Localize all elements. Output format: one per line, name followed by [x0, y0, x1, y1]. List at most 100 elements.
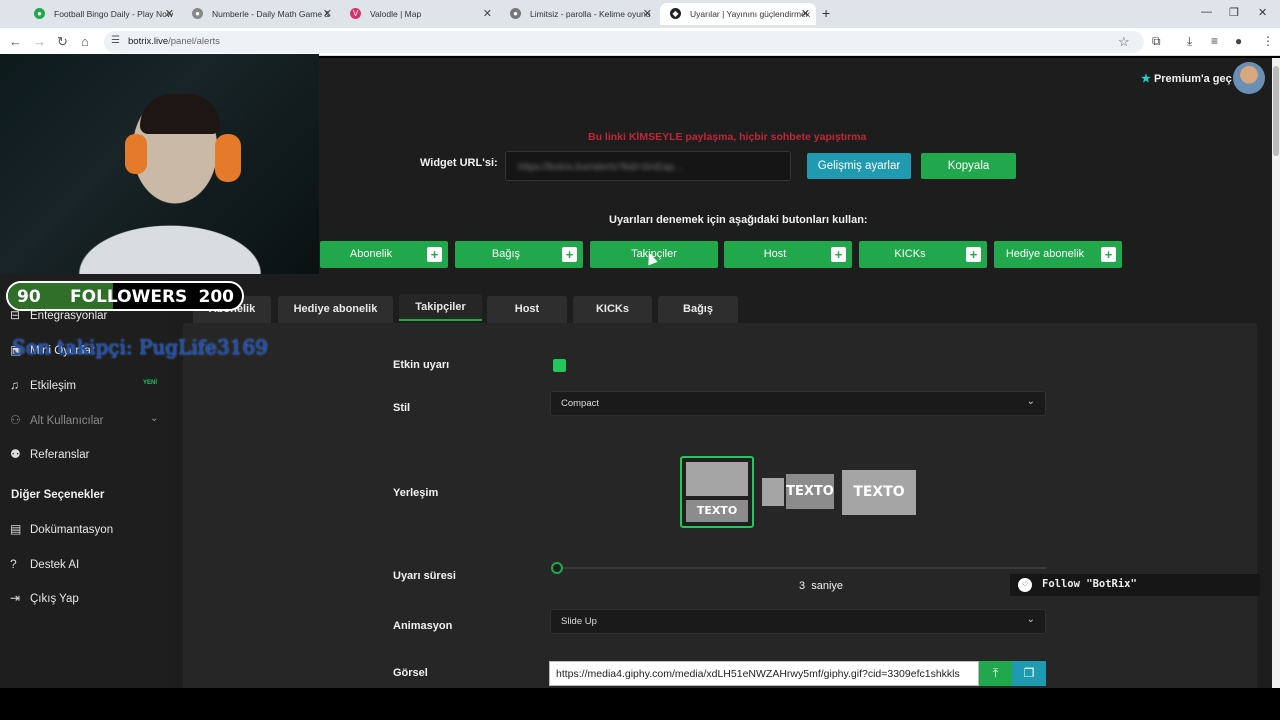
- download-icon[interactable]: ⤓: [1187, 34, 1192, 49]
- new-tab-icon[interactable]: +: [822, 5, 830, 21]
- close-icon[interactable]: ✕: [323, 3, 332, 25]
- browser-tab[interactable]: V Valodle | Map ✕: [340, 3, 498, 25]
- extensions-icon[interactable]: ⧉: [1152, 34, 1161, 49]
- url-host: botrix.live: [128, 36, 169, 47]
- sidebar-item-docs[interactable]: ▤ Dokümantasyon: [10, 522, 113, 540]
- sidebar-item-label: Etkileşim: [30, 380, 77, 392]
- url-field[interactable]: ☰ botrix.live/panel/alerts ☆: [104, 31, 1144, 53]
- sidebar-item-label: Entegrasyonlar: [30, 310, 108, 322]
- webcam-person: [140, 94, 220, 134]
- browser-tab[interactable]: ● Numberle - Daily Math Game & ✕: [182, 3, 338, 25]
- back-icon[interactable]: ←: [9, 34, 22, 49]
- sidebar-item-subusers[interactable]: ⚇ Alt Kullanıcılar: [10, 413, 104, 431]
- minimize-icon[interactable]: —: [1201, 6, 1212, 18]
- close-icon[interactable]: ✕: [483, 3, 492, 25]
- headset: [215, 134, 241, 182]
- profile-icon[interactable]: ●: [1235, 34, 1242, 48]
- test-button-label: Bağış: [491, 248, 521, 260]
- last-follower-text: Son takipçi: PugLife3169: [12, 335, 268, 359]
- test-gift-sub-button[interactable]: Hediye abonelik +: [994, 241, 1122, 268]
- home-icon[interactable]: ⌂: [81, 34, 89, 49]
- follow-prompt[interactable]: ♡ Follow "BotRix": [1010, 574, 1260, 596]
- tab-kicks[interactable]: KICKs: [573, 296, 652, 323]
- users-icon: ⚇: [10, 413, 21, 427]
- image-url-input[interactable]: https://media4.giphy.com/media/xdLH51eNW…: [549, 661, 979, 686]
- close-icon[interactable]: ✕: [801, 3, 810, 25]
- animation-select[interactable]: Slide Up ⌄: [550, 609, 1046, 634]
- widget-url-label: Widget URL'si:: [420, 157, 498, 169]
- window-close-icon[interactable]: ✕: [1258, 6, 1267, 19]
- globe-icon: ●: [192, 8, 203, 19]
- chevron-down-icon: ⌄: [1026, 396, 1035, 407]
- test-host-button[interactable]: Host +: [724, 241, 852, 268]
- plus-icon: +: [1101, 247, 1116, 262]
- tab-host[interactable]: Host: [487, 296, 567, 323]
- layout-text-label: TEXTO: [853, 484, 905, 500]
- globe-icon: ●: [34, 8, 45, 19]
- test-donation-button[interactable]: Bağış +: [455, 241, 583, 268]
- active-alert-checkbox[interactable]: [553, 359, 566, 372]
- layout-option-inline[interactable]: TEXTO: [760, 472, 836, 509]
- tab-title: Uyarılar | Yayınını güçlendirmek: [690, 9, 811, 19]
- tab-donation[interactable]: Bağış: [658, 296, 738, 323]
- layout-option-overlay[interactable]: TEXTO: [842, 470, 916, 515]
- botrix-icon: ◆: [670, 8, 681, 19]
- layout-text-label: TEXTO: [686, 500, 748, 522]
- layout-option-stacked[interactable]: TEXTO: [680, 456, 754, 528]
- forward-icon[interactable]: →: [33, 34, 46, 49]
- image-icon: [762, 478, 784, 506]
- gallery-icon[interactable]: ❐: [1012, 661, 1046, 686]
- browser-tab[interactable]: ● Limitsiz - parolla - Kelime oyunu ✕: [500, 3, 658, 25]
- duration-slider-handle[interactable]: [551, 562, 563, 574]
- advanced-settings-button[interactable]: Gelişmiş ayarlar: [807, 153, 911, 179]
- browser-tab[interactable]: ● Football Bingo Daily - Play Now ✕: [24, 3, 180, 25]
- premium-label: Premium'a geç: [1153, 73, 1232, 85]
- duration-label: Uyarı süresi: [393, 570, 456, 582]
- new-badge: YENİ: [143, 380, 158, 386]
- menu-icon[interactable]: ⋮: [1262, 34, 1274, 48]
- webcam-overlay: [0, 54, 319, 274]
- people-icon: ⚉: [10, 447, 21, 461]
- sidebar-item-interaction[interactable]: ♫ Etkileşim: [10, 378, 76, 396]
- tab-followers[interactable]: Takipçiler: [399, 294, 482, 321]
- chevron-down-icon[interactable]: ⌄: [150, 413, 158, 424]
- reload-icon[interactable]: ↻: [57, 34, 68, 50]
- star-icon: ★: [1141, 73, 1151, 85]
- bookmark-star-icon[interactable]: ☆: [1118, 34, 1130, 50]
- url-path: /panel/alerts: [168, 36, 220, 47]
- sidebar-item-label: Referanslar: [30, 449, 90, 461]
- sidebar-item-referrals[interactable]: ⚉ Referanslar: [10, 447, 89, 465]
- scrollbar-thumb[interactable]: [1273, 66, 1279, 156]
- upload-icon[interactable]: ⤒: [979, 661, 1012, 686]
- heart-icon: ♡: [1018, 578, 1032, 592]
- widget-url-input[interactable]: https://botrix.live/alerts?bid=0mEap…: [505, 151, 791, 181]
- site-info-icon[interactable]: ☰: [111, 35, 120, 46]
- avatar[interactable]: [1233, 62, 1265, 94]
- scrollbar[interactable]: [1272, 58, 1280, 688]
- other-options-heading: Diğer Seçenekler: [11, 489, 105, 501]
- test-subscription-button[interactable]: Abonelik +: [320, 241, 448, 268]
- media-icon[interactable]: ≡: [1211, 34, 1218, 48]
- tab-title: Valodle | Map: [370, 9, 422, 19]
- close-icon[interactable]: ✕: [165, 3, 174, 25]
- image-icon: [686, 462, 748, 496]
- browser-tab-active[interactable]: ◆ Uyarılar | Yayınını güçlendirmek ✕: [660, 3, 816, 25]
- duration-slider-track[interactable]: [556, 567, 1046, 569]
- test-kicks-button[interactable]: KICKs +: [859, 241, 987, 268]
- tab-title: Football Bingo Daily - Play Now: [54, 9, 174, 19]
- plus-icon: +: [427, 247, 442, 262]
- style-select[interactable]: Compact ⌄: [550, 391, 1046, 416]
- premium-link[interactable]: ★ Premium'a geç: [1141, 72, 1232, 85]
- sidebar-item-logout[interactable]: ⇥ Çıkış Yap: [10, 591, 79, 609]
- restore-icon[interactable]: ❐: [1229, 6, 1239, 19]
- close-icon[interactable]: ✕: [643, 3, 652, 25]
- copy-button[interactable]: Kopyala: [921, 153, 1016, 179]
- globe-icon: ●: [510, 8, 521, 19]
- duration-unit: saniye: [811, 580, 844, 592]
- test-button-label: KICKs: [894, 248, 926, 260]
- tab-gift-subscription[interactable]: Hediye abonelik: [278, 296, 393, 323]
- sidebar-item-support-ai[interactable]: ? Destek AI: [10, 557, 79, 575]
- duration-value: 3 saniye: [799, 580, 843, 592]
- followers-current: 90: [17, 287, 41, 307]
- image-label: Görsel: [393, 667, 428, 679]
